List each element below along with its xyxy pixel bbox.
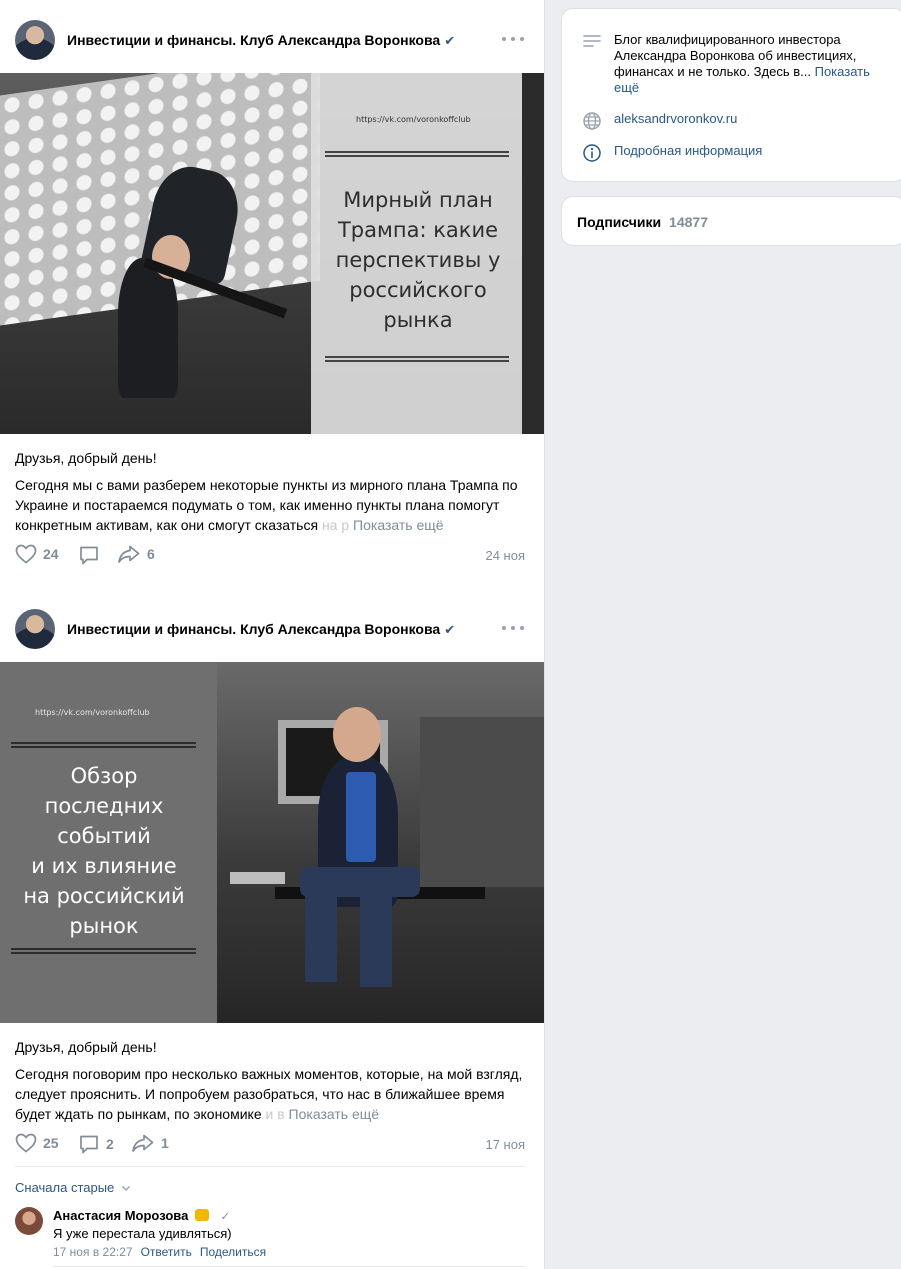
community-avatar[interactable] (15, 609, 55, 649)
details-row[interactable]: Подробная информация (582, 143, 882, 163)
comment-button[interactable] (78, 544, 106, 566)
slide-url: https://vk.com/voronkoffclub (35, 708, 150, 717)
subscribers-count: 14877 (669, 214, 708, 230)
post-actions: 24 6 24 ноя (15, 544, 525, 568)
author-name[interactable]: Инвестиции и финансы. Клуб Александра Во… (67, 32, 440, 48)
post-photo[interactable]: https://vk.com/voronkoffclub Обзор после… (0, 662, 544, 1023)
post-author[interactable]: Инвестиции и финансы. Клуб Александра Во… (67, 621, 455, 638)
share-icon (132, 1134, 154, 1152)
subscribers-label: Подписчики (577, 214, 662, 230)
comment-icon (80, 546, 98, 565)
comment-icon (80, 1135, 98, 1154)
slide-title: Обзор последних событий и их влияние на … (23, 764, 185, 938)
website-row[interactable]: aleksandrvoronkov.ru (582, 111, 882, 131)
share-link[interactable]: Поделиться (200, 1245, 266, 1259)
avatar[interactable] (15, 1207, 43, 1235)
comment-author[interactable]: Анастасия Морозова ✓ (53, 1208, 230, 1223)
community-info-card: Блог квалифицированного инвестора Алекса… (561, 8, 901, 182)
post-header: Инвестиции и финансы. Клуб Александра Во… (0, 589, 544, 661)
verified-icon: ✔ (444, 622, 456, 637)
like-button[interactable]: 25 (15, 1133, 59, 1153)
show-more-link[interactable]: Показать ещё (353, 517, 444, 533)
more-options-button[interactable] (502, 618, 524, 638)
like-count: 25 (43, 1135, 59, 1151)
slide-url: https://vk.com/voronkoffclub (356, 115, 471, 124)
post-greeting: Друзья, добрый день! (15, 450, 157, 466)
emoji-icon (194, 1209, 209, 1221)
share-count: 6 (147, 546, 155, 562)
community-description: Блог квалифицированного инвестора Алекса… (614, 32, 870, 95)
divider (53, 1266, 525, 1267)
share-button[interactable]: 1 (131, 1133, 169, 1153)
more-options-button[interactable] (502, 29, 524, 49)
text-lines-icon (583, 35, 601, 47)
like-count: 24 (43, 546, 59, 562)
subscribers-card[interactable]: Подписчики 14877 (561, 196, 901, 246)
heart-icon (15, 1133, 37, 1153)
post-text: Сегодня поговорим про несколько важных м… (15, 1066, 523, 1122)
comments-sort-dropdown[interactable]: Сначала старые (15, 1180, 131, 1195)
check-icon: ✓ (220, 1211, 230, 1223)
community-avatar[interactable] (15, 20, 55, 60)
show-more-link[interactable]: Показать ещё (289, 1106, 380, 1122)
slide-title: Мирный план Трампа: какие перспективы у … (335, 188, 501, 332)
chevron-down-icon (121, 1186, 130, 1191)
reply-link[interactable]: Ответить (141, 1245, 192, 1259)
globe-icon (583, 112, 601, 130)
info-icon (583, 144, 601, 162)
comment-count: 2 (106, 1136, 114, 1152)
share-button[interactable]: 6 (117, 544, 155, 564)
post-author[interactable]: Инвестиции и финансы. Клуб Александра Во… (67, 32, 455, 49)
website-link[interactable]: aleksandrvoronkov.ru (614, 111, 737, 127)
post-photo[interactable]: https://vk.com/voronkoffclub Мирный план… (0, 73, 544, 434)
description-row: Блог квалифицированного инвестора Алекса… (582, 32, 882, 96)
verified-icon: ✔ (444, 33, 456, 48)
post-greeting: Друзья, добрый день! (15, 1039, 157, 1055)
comment-button[interactable]: 2 (78, 1133, 114, 1155)
divider (15, 1166, 525, 1167)
author-name[interactable]: Инвестиции и финансы. Клуб Александра Во… (67, 621, 440, 637)
post: Инвестиции и финансы. Клуб Александра Во… (0, 0, 544, 590)
post-date[interactable]: 17 ноя (485, 1137, 525, 1152)
comment-meta: 17 ноя в 22:27 Ответить Поделиться (53, 1245, 266, 1259)
post: Инвестиции и финансы. Клуб Александра Во… (0, 589, 544, 1269)
share-icon (118, 545, 140, 563)
post-text: Сегодня мы с вами разберем некоторые пун… (15, 477, 518, 533)
comment-text: Я уже перестала удивляться) (53, 1226, 232, 1241)
like-button[interactable]: 24 (15, 544, 59, 564)
share-count: 1 (161, 1135, 169, 1151)
comment-time[interactable]: 17 ноя в 22:27 (53, 1245, 133, 1259)
details-link[interactable]: Подробная информация (614, 143, 762, 159)
wall-feed: Инвестиции и финансы. Клуб Александра Во… (0, 0, 545, 1269)
post-date[interactable]: 24 ноя (485, 548, 525, 563)
heart-icon (15, 544, 37, 564)
post-actions: 25 2 1 17 ноя (15, 1133, 525, 1157)
post-header: Инвестиции и финансы. Клуб Александра Во… (0, 0, 544, 72)
